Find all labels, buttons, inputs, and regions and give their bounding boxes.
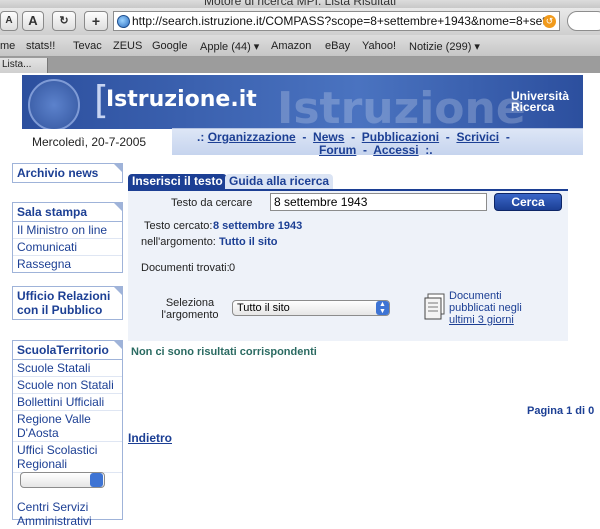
bookmark-yahoo[interactable]: Yahoo! <box>362 40 396 52</box>
bookmark-tevac[interactable]: Tevac <box>73 40 102 52</box>
snapback-icon[interactable]: ↺ <box>543 15 556 28</box>
found-label: Documenti trovati: <box>141 262 230 274</box>
add-bookmark-icon[interactable]: + <box>84 11 108 31</box>
archivio-box: Archivio news <box>12 163 123 183</box>
bookmark-stats[interactable]: stats!! <box>26 40 55 52</box>
tab-inserisci-testo[interactable]: Inserisci il testo <box>128 174 227 189</box>
nav-separator: - <box>505 130 510 144</box>
nav-suffix: :. <box>425 143 433 157</box>
nav-separator: - <box>302 130 307 144</box>
recent-docs-text: Documenti pubblicati negli <box>449 290 522 314</box>
main-nav: .: Organizzazione - News - Pubblicazioni… <box>172 128 583 157</box>
bookmark-notizie[interactable]: Notizie (299) ▾ <box>409 40 480 53</box>
scuola-territorio-box: ScuolaTerritorio Scuole Statali Scuole n… <box>12 340 123 528</box>
sidebar-item-bollettini[interactable]: Bollettini Ufficiali <box>13 394 122 411</box>
site-logo[interactable]: Istruzione.it <box>106 87 257 112</box>
document-icon <box>424 293 445 320</box>
window-title: Motore di ricerca MPI: Lista Risultati <box>203 0 397 8</box>
scuola-territorio-title[interactable]: ScuolaTerritorio <box>13 340 123 360</box>
urp-box: Ufficio Relazioni con il Pubblico <box>12 286 123 320</box>
nav-forum[interactable]: Forum <box>319 143 356 157</box>
text-smaller-button[interactable]: A <box>0 11 18 31</box>
nav-separator: - <box>351 130 356 144</box>
sidebar-item-rassegna[interactable]: Rassegna <box>13 256 122 272</box>
recent-docs: Documenti pubblicati negli ultimi 3 gior… <box>449 290 527 326</box>
sala-stampa-box: Sala stampa Il Ministro on line Comunica… <box>12 202 123 273</box>
current-date: Mercoledì, 20-7-2005 <box>32 135 147 149</box>
urp-link[interactable]: Ufficio Relazioni con il Pubblico <box>13 286 123 319</box>
search-input[interactable] <box>270 193 487 211</box>
tab-guida-ricerca[interactable]: Guida alla ricerca <box>225 174 334 189</box>
sidebar-item-scuole-non-statali[interactable]: Scuole non Statali <box>13 377 122 394</box>
cerca-button[interactable]: Cerca <box>494 193 562 211</box>
archivio-news-link[interactable]: Archivio news <box>13 163 123 182</box>
banner-watermark: Istruzione <box>277 83 526 129</box>
ministry-label: Università Ricerca <box>510 90 569 114</box>
window-title-bar: Motore di ricerca MPI: Lista Risultati <box>0 0 600 8</box>
republic-seal-icon <box>28 79 80 129</box>
nav-accessi[interactable]: Accessi <box>373 143 418 157</box>
back-link[interactable]: Indietro <box>128 431 172 445</box>
sidebar-item-valle-aosta[interactable]: Regione Valle D'Aosta <box>13 411 122 442</box>
url-field[interactable]: http://search.istruzione.it/COMPASS?scop… <box>113 11 560 31</box>
sidebar-item-comunicati[interactable]: Comunicati <box>13 239 122 256</box>
browser-toolbar: A A ↻ + http://search.istruzione.it/COMP… <box>0 8 600 35</box>
ministry-line-2: Ricerca <box>510 100 555 114</box>
search-input-label: Testo da cercare <box>171 197 253 209</box>
bookmark-amazon[interactable]: Amazon <box>271 40 311 52</box>
nav-pubblicazioni[interactable]: Pubblicazioni <box>362 130 439 144</box>
recent-docs-link[interactable]: ultimi 3 giorni <box>449 314 527 326</box>
argument-label: nell'argomento: <box>141 236 216 248</box>
select-arrows-icon: ▲ ▼ <box>376 301 389 315</box>
nav-prefix: .: <box>197 130 205 144</box>
bookmark-me[interactable]: me <box>0 40 15 52</box>
argument-value: Tutto il sito <box>219 236 278 248</box>
bookmarks-bar: me stats!! Tevac ZEUS Google Apple (44) … <box>0 35 600 57</box>
nav-scrivici[interactable]: Scrivici <box>456 130 499 144</box>
bookmark-apple[interactable]: Apple (44) ▾ <box>200 40 259 53</box>
text-larger-button[interactable]: A <box>22 11 44 31</box>
tab-strip: Lista... <box>0 57 600 73</box>
sala-stampa-title[interactable]: Sala stampa <box>13 202 123 222</box>
site-globe-icon <box>117 15 130 28</box>
bookmark-google[interactable]: Google <box>152 40 187 52</box>
sidebar-item-uffici-scolastici[interactable]: Uffici Scolastici Regionali <box>13 442 122 473</box>
sidebar-item-centri-servizi[interactable]: Centri Servizi Amministrativi <box>13 499 122 529</box>
google-search-field[interactable] <box>567 11 600 31</box>
searched-value: 8 settembre 1943 <box>213 220 303 232</box>
argument-select[interactable]: Tutto il sito <box>232 300 390 316</box>
nav-news[interactable]: News <box>313 130 344 144</box>
site-banner: Istruzione [ Istruzione.it Università Ri… <box>22 75 583 129</box>
sidebar-item-scuole-statali[interactable]: Scuole Statali <box>13 360 122 377</box>
tab-lista[interactable]: Lista... <box>0 58 48 73</box>
select-argument-label: Seleziona l'argomento <box>161 297 219 321</box>
nav-organizzazione[interactable]: Organizzazione <box>208 130 296 144</box>
no-results-message: Non ci sono risultati corrispondenti <box>131 346 317 358</box>
found-value: 0 <box>229 262 236 274</box>
select-arrows-icon <box>90 473 103 487</box>
searched-label: Testo cercato: <box>144 220 213 232</box>
nav-separator: - <box>445 130 450 144</box>
bookmark-ebay[interactable]: eBay <box>325 40 350 52</box>
bookmark-zeus[interactable]: ZEUS <box>113 40 142 52</box>
reload-icon[interactable]: ↻ <box>52 11 76 31</box>
nav-separator: - <box>363 143 368 157</box>
sidebar-item-ministro[interactable]: Il Ministro on line <box>13 222 122 239</box>
pagination-label: Pagina 1 di 0 <box>527 405 595 417</box>
